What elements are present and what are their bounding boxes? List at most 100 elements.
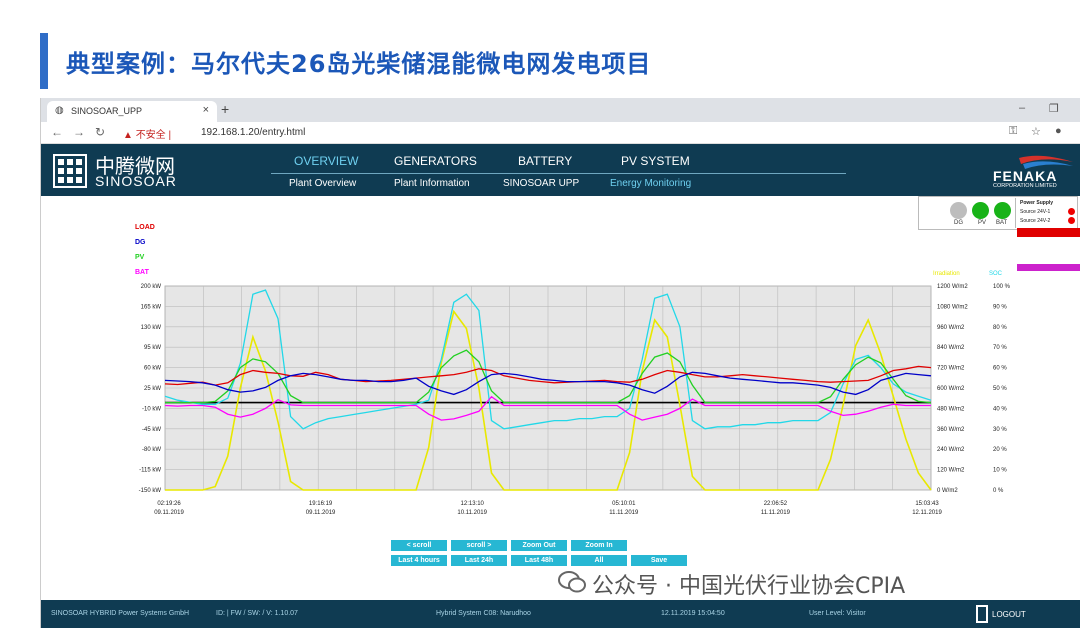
status-datetime: 12.11.2019 15:04:50 xyxy=(661,610,725,617)
soc-tick-label: 60 % xyxy=(993,366,1007,372)
y-axis-tick-label: -45 kW xyxy=(142,427,161,433)
brand-subtitle: CORPORATION LIMITED xyxy=(993,183,1057,189)
profile-icon[interactable]: ● xyxy=(1055,125,1062,137)
zoom-in-button[interactable]: Zoom In xyxy=(571,540,627,551)
scroll-right-button[interactable]: scroll > xyxy=(451,540,507,551)
x-axis-time-label: 12:13:10 xyxy=(461,501,485,507)
forward-icon[interactable]: → xyxy=(73,125,85,139)
user-level: User Level: Visitor xyxy=(809,610,866,617)
close-tab-icon[interactable]: × xyxy=(203,104,209,116)
irradiation-tick-label: 960 W/m2 xyxy=(937,325,965,331)
nav-overview[interactable]: OVERVIEW xyxy=(294,154,358,168)
maximize-icon[interactable]: ❐ xyxy=(1049,102,1059,115)
subnav-plant-information[interactable]: Plant Information xyxy=(394,178,470,189)
irradiation-tick-label: 720 W/m2 xyxy=(937,366,965,372)
irradiation-tick-label: 360 W/m2 xyxy=(937,427,965,433)
irradiation-tick-label: 120 W/m2 xyxy=(937,468,965,474)
soc-tick-label: 90 % xyxy=(993,304,1007,310)
nav-divider xyxy=(271,173,846,174)
y-axis-tick-label: 25 kW xyxy=(144,386,161,392)
irradiation-tick-label: 840 W/m2 xyxy=(937,345,965,351)
company-name: SINOSOAR HYBRID Power Systems GmbH xyxy=(51,610,190,617)
sinosoar-logo-icon xyxy=(53,154,87,188)
x-axis-date-label: 10.11.2019 xyxy=(457,510,487,516)
save-button[interactable]: Save xyxy=(631,555,687,566)
energy-monitoring-content: DG PV BAT Power Supply Source 24V-1 Sour… xyxy=(41,196,1080,600)
logout-button[interactable]: LOGOUT xyxy=(976,605,1036,623)
x-axis-time-label: 02:19:26 xyxy=(157,501,181,507)
y-axis-tick-label: 60 kW xyxy=(144,366,161,372)
y-axis-tick-label: 200 kW xyxy=(141,284,162,290)
all-button[interactable]: All xyxy=(571,555,627,566)
last-48h-button[interactable]: Last 48h xyxy=(511,555,567,566)
minimize-icon[interactable]: – xyxy=(1019,102,1025,114)
x-axis-date-label: 09.11.2019 xyxy=(154,510,184,516)
firmware-version: ID: | FW / SW: / V: 1.10.07 xyxy=(216,610,298,617)
slide: 典型案例：马尔代夫26岛光柴储混能微电网发电项目 ◍ SINOSOAR_UPP … xyxy=(0,0,1080,628)
nav-pv-system[interactable]: PV SYSTEM xyxy=(621,154,690,168)
globe-icon: ◍ xyxy=(55,105,64,116)
energy-chart: 200 kW 1200 W/m2 100 % 165 kW 1080 W/m2 90 % 1… xyxy=(139,284,1011,516)
soc-tick-label: 40 % xyxy=(993,406,1007,412)
browser-window: ◍ SINOSOAR_UPP × + – ❐ ← → ↻ ▲ 不安全 | 192… xyxy=(40,98,1080,628)
key-icon[interactable]: ⚿ xyxy=(1009,125,1017,138)
last-24h-button[interactable]: Last 24h xyxy=(451,555,507,566)
x-axis-time-label: 22:06:52 xyxy=(764,501,788,507)
nav-battery[interactable]: BATTERY xyxy=(518,154,572,168)
soc-tick-label: 100 % xyxy=(993,284,1011,290)
back-icon[interactable]: ← xyxy=(51,125,63,139)
scroll-left-button[interactable]: < scroll xyxy=(391,540,447,551)
soc-tick-label: 10 % xyxy=(993,468,1007,474)
irradiation-tick-label: 600 W/m2 xyxy=(937,386,965,392)
irradiation-tick-label: 240 W/m2 xyxy=(937,447,965,453)
y-axis-tick-label: -80 kW xyxy=(142,447,161,453)
logout-label: LOGOUT xyxy=(992,610,1026,619)
irradiation-tick-label: 0 W/m2 xyxy=(937,488,958,494)
subnav-sinosoar-upp[interactable]: SINOSOAR UPP xyxy=(503,178,579,189)
x-axis-time-label: 05:10:01 xyxy=(612,501,636,507)
y-axis-tick-label: -115 kW xyxy=(139,468,161,474)
new-tab-icon[interactable]: + xyxy=(221,101,229,117)
subnav-plant-overview[interactable]: Plant Overview xyxy=(289,178,356,189)
logout-icon xyxy=(976,605,988,623)
reload-icon[interactable]: ↻ xyxy=(95,125,105,139)
last-4-hours-button[interactable]: Last 4 hours xyxy=(391,555,447,566)
slide-accent-bar xyxy=(40,33,48,89)
address-bar: ← → ↻ ▲ 不安全 | 192.168.1.20/entry.html ⚿ … xyxy=(41,122,1080,144)
slide-title: 典型案例：马尔代夫26岛光柴储混能微电网发电项目 xyxy=(66,50,652,78)
watermark-text: 公众号 · 中国光伏行业协会CPIA xyxy=(592,574,906,599)
x-axis-date-label: 11.11.2019 xyxy=(761,510,791,516)
irradiation-tick-label: 1200 W/m2 xyxy=(937,284,968,290)
subnav-energy-monitoring[interactable]: Energy Monitoring xyxy=(610,178,691,189)
tab-title: SINOSOAR_UPP xyxy=(71,106,143,116)
y-axis-tick-label: 95 kW xyxy=(144,345,161,351)
zoom-out-button[interactable]: Zoom Out xyxy=(511,540,567,551)
system-name: Hybrid System C08: Narudhoo xyxy=(436,610,531,617)
y-axis-tick-label: -150 kW xyxy=(139,488,162,494)
soc-tick-label: 80 % xyxy=(993,325,1007,331)
x-axis-date-label: 11.11.2019 xyxy=(609,510,639,516)
y-axis-tick-label: -10 kW xyxy=(142,406,161,412)
nav-generators[interactable]: GENERATORS xyxy=(394,154,477,168)
brand-name: FENAKA xyxy=(993,168,1058,184)
status-bar: SINOSOAR HYBRID Power Systems GmbH ID: |… xyxy=(41,600,1080,628)
irradiation-tick-label: 1080 W/m2 xyxy=(937,304,968,310)
browser-tab[interactable]: ◍ SINOSOAR_UPP × xyxy=(47,101,217,122)
url-field[interactable]: 192.168.1.20/entry.html xyxy=(201,127,305,138)
y-axis-tick-label: 130 kW xyxy=(141,325,162,331)
x-axis-time-label: 15:03:43 xyxy=(915,501,939,507)
soc-tick-label: 0 % xyxy=(993,488,1004,494)
logo-en: SINOSOAR xyxy=(95,173,177,189)
wechat-icon xyxy=(558,571,586,593)
soc-tick-label: 30 % xyxy=(993,427,1007,433)
app-header: 中腾微网 SINOSOAR OVERVIEW GENERATORS BATTER… xyxy=(41,144,1080,196)
soc-tick-label: 20 % xyxy=(993,447,1007,453)
y-axis-tick-label: 165 kW xyxy=(141,304,162,310)
irradiation-tick-label: 480 W/m2 xyxy=(937,406,965,412)
soc-tick-label: 50 % xyxy=(993,386,1007,392)
star-icon[interactable]: ☆ xyxy=(1031,125,1041,138)
security-warning[interactable]: ▲ 不安全 | xyxy=(123,126,171,141)
browser-tab-bar: ◍ SINOSOAR_UPP × + – ❐ xyxy=(41,98,1080,122)
x-axis-date-label: 12.11.2019 xyxy=(912,510,942,516)
x-axis-time-label: 19:16:19 xyxy=(309,501,333,507)
